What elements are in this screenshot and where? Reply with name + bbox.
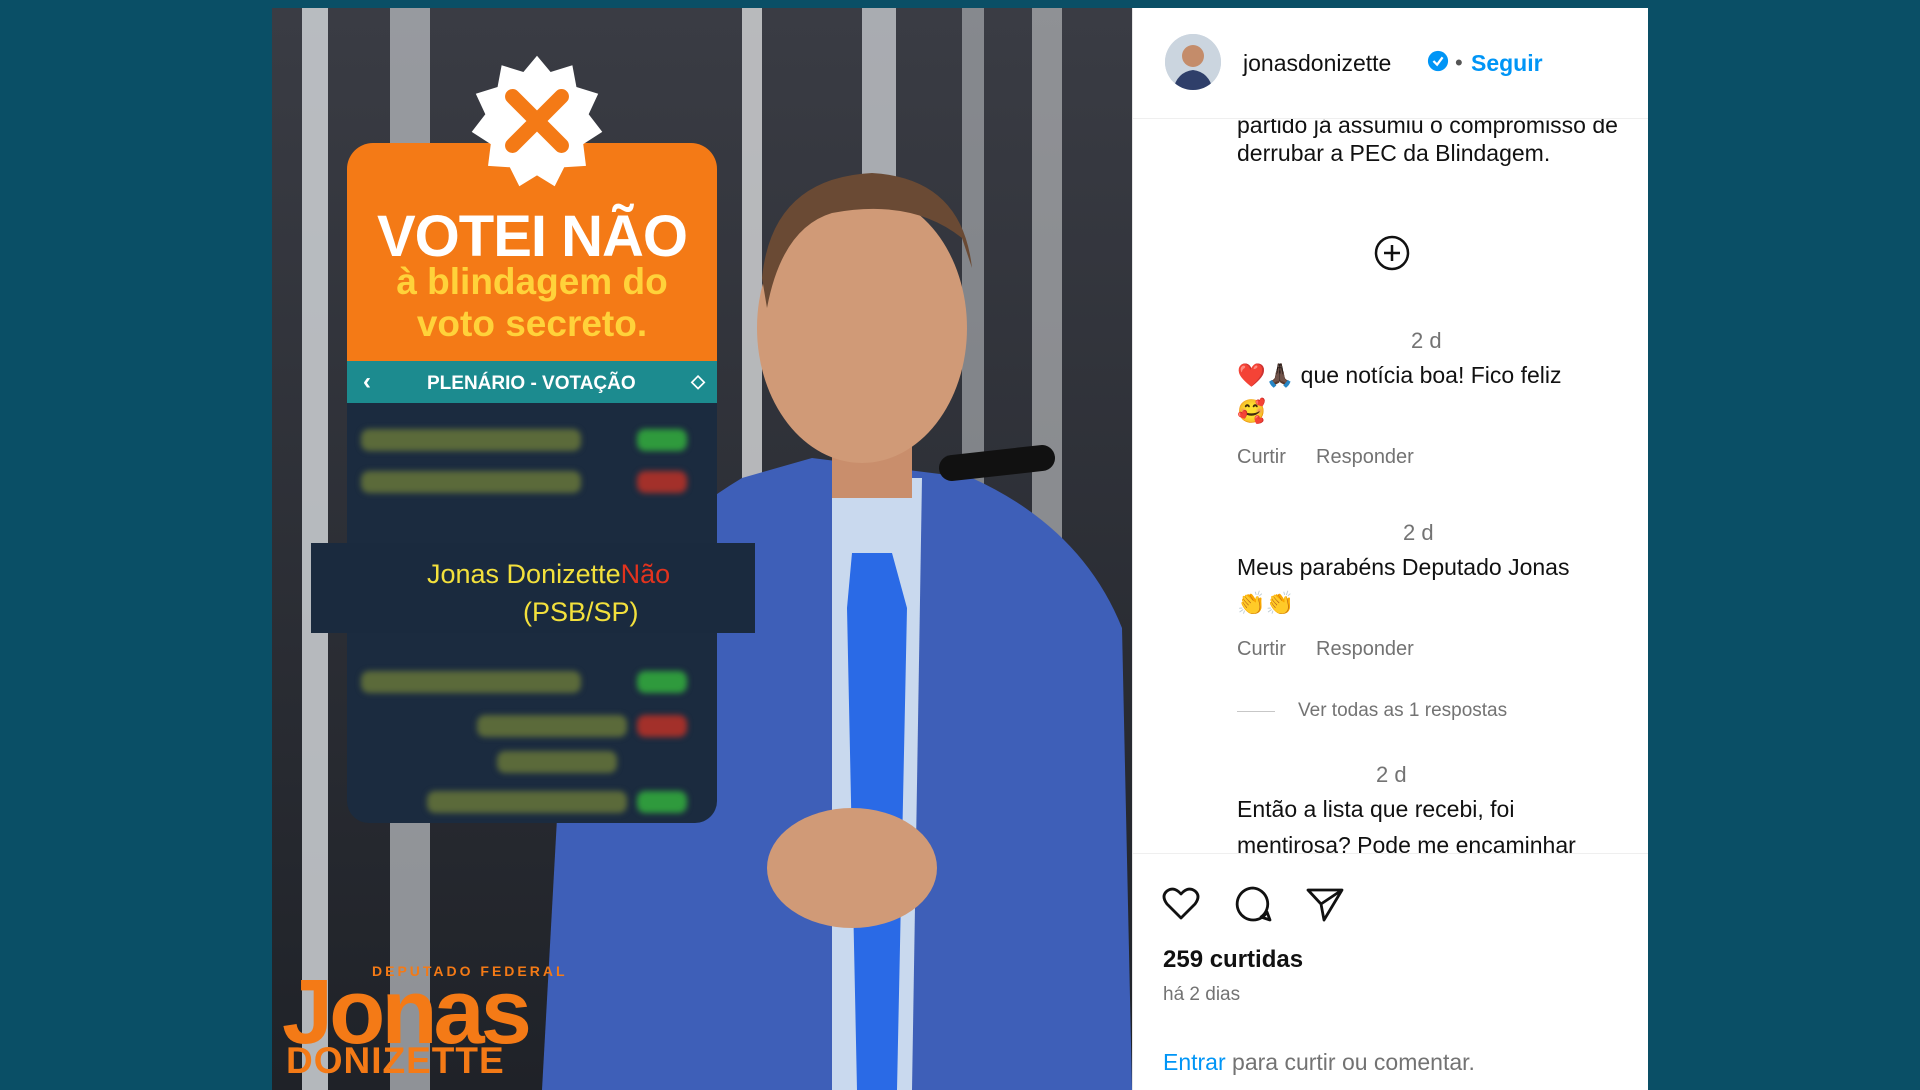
comment-text: 🥰: [1237, 398, 1266, 424]
blurred-row: [361, 671, 581, 693]
blurred-row: [361, 429, 581, 451]
load-more-plus-icon[interactable]: [1374, 235, 1410, 271]
highlighted-vote: Jonas DonizetteNão (PSB/SP): [311, 543, 755, 633]
subline-1: à blindagem do: [396, 261, 668, 302]
follow-button[interactable]: Seguir: [1471, 50, 1543, 77]
heart-icon[interactable]: [1159, 882, 1203, 926]
blurred-vote: [637, 471, 687, 493]
login-prompt: Entrar para curtir ou comentar.: [1163, 1049, 1475, 1076]
share-icon[interactable]: [1303, 882, 1347, 926]
replies-divider: [1237, 711, 1275, 712]
card-header: VOTEI NÃO à blindagem do voto secreto.: [347, 55, 717, 361]
vote-bar: ‹ PLENÁRIO - VOTAÇÃO ◇: [347, 361, 717, 403]
comment-text: Então a lista que recebi, foi: [1237, 796, 1515, 822]
voter-party: (PSB/SP): [523, 597, 639, 627]
caption-text: derrubar a PEC da Blindagem.: [1237, 140, 1551, 166]
post-image[interactable]: VOTEI NÃO à blindagem do voto secreto. ‹…: [272, 8, 1132, 1090]
login-text: para curtir ou comentar.: [1225, 1049, 1475, 1075]
blurred-vote: [637, 715, 687, 737]
post-age: há 2 dias: [1163, 984, 1241, 1005]
verified-badge-icon: [1427, 50, 1449, 72]
like-comment-button[interactable]: Curtir: [1237, 446, 1286, 469]
blurred-row: [361, 471, 581, 493]
comment-text: Meus parabéns Deputado Jonas: [1237, 554, 1570, 580]
instagram-post-frame: VOTEI NÃO à blindagem do voto secreto. ‹…: [272, 8, 1648, 1090]
blurred-row: [477, 715, 627, 737]
post-footer: 259 curtidas há 2 dias Entrar para curti…: [1133, 853, 1648, 1090]
highlighted-name: Jonas DonizetteNão: [427, 559, 670, 590]
bar-title: PLENÁRIO - VOTAÇÃO: [427, 373, 636, 394]
comment-text: mentirosa? Pode me encaminhar: [1237, 832, 1576, 853]
reply-comment-button[interactable]: Responder: [1316, 446, 1414, 469]
headline: VOTEI NÃO: [376, 204, 688, 269]
blurred-row: [497, 751, 617, 773]
likes-count[interactable]: 259 curtidas: [1163, 946, 1303, 974]
logo-last-name: DONIZETTE: [286, 1040, 505, 1081]
blurred-vote: [637, 671, 687, 693]
vote-card: VOTEI NÃO à blindagem do voto secreto. ‹…: [311, 55, 755, 823]
caption-text: partido já assumiu o compromisso de: [1237, 118, 1618, 138]
post-side-panel: jonasdonizette • Seguir partido já assum…: [1132, 8, 1648, 1090]
avatar[interactable]: [1165, 34, 1221, 90]
username-link[interactable]: jonasdonizette: [1243, 50, 1391, 77]
x-badge-icon: [471, 55, 603, 187]
separator-dot: •: [1455, 50, 1463, 75]
blurred-vote: [637, 791, 687, 813]
comment-icon[interactable]: [1231, 882, 1275, 926]
comment-time: 2 d: [1411, 328, 1442, 353]
voter-name: Jonas Donizette: [427, 559, 621, 589]
blurred-row: [427, 791, 627, 813]
blurred-vote: [637, 429, 687, 451]
chevron-left-icon: ‹: [363, 368, 371, 395]
post-header: jonasdonizette • Seguir: [1133, 8, 1648, 119]
comments-area[interactable]: partido já assumiu o compromisso de derr…: [1133, 118, 1648, 853]
comment-time: 2 d: [1376, 762, 1407, 787]
comment-text: 👏👏: [1237, 590, 1295, 616]
vote-value: Não: [620, 559, 671, 589]
subline-2: voto secreto.: [416, 303, 648, 344]
avatar-icon: [1165, 34, 1221, 90]
view-replies-button[interactable]: Ver todas as 1 respostas: [1298, 700, 1507, 722]
comment-time: 2 d: [1403, 520, 1434, 545]
reply-comment-button[interactable]: Responder: [1316, 638, 1414, 661]
like-comment-button[interactable]: Curtir: [1237, 638, 1286, 661]
comment-text: ❤️🙏🏿 que notícia boa! Fico feliz: [1237, 362, 1562, 388]
login-link[interactable]: Entrar: [1163, 1049, 1226, 1075]
shield-icon: ◇: [691, 371, 705, 391]
